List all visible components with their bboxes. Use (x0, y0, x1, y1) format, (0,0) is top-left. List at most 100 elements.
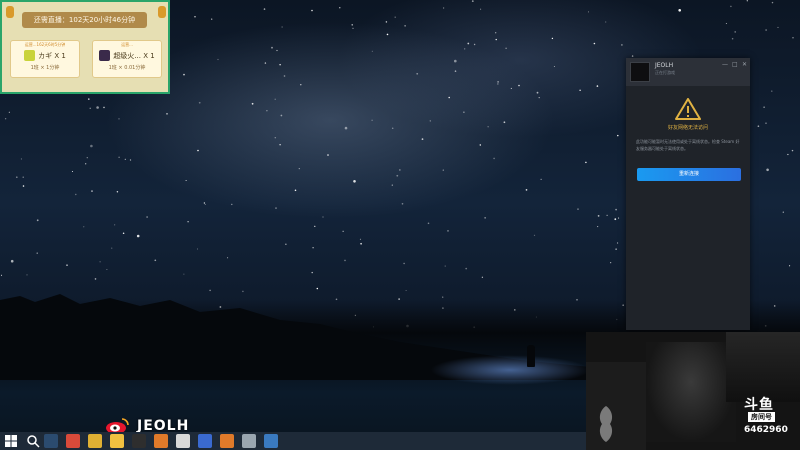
star (551, 37, 554, 40)
close-icon[interactable]: ✕ (742, 61, 747, 68)
star (606, 214, 608, 216)
chat-user-status: 正在打游戏 (655, 70, 675, 75)
star (91, 190, 93, 192)
star (217, 58, 219, 61)
gift-card[interactable]: 运营... 超级火... X 1 1班 × 0.01分钟 (92, 40, 162, 78)
app-icon[interactable] (220, 434, 234, 448)
star (124, 158, 126, 160)
star (146, 216, 148, 218)
obs-icon[interactable] (132, 434, 146, 448)
star (618, 217, 620, 219)
star (26, 274, 28, 276)
star (391, 127, 394, 129)
star (510, 87, 512, 89)
star (187, 220, 189, 223)
star (617, 242, 619, 244)
star (538, 96, 540, 99)
gift-header: 运营...162天6时5分钟 (24, 42, 66, 47)
avatar[interactable] (630, 62, 650, 82)
chat-titlebar[interactable]: JEOLH 正在打游戏 — □ ✕ (626, 58, 750, 86)
star (385, 21, 388, 23)
star (10, 259, 14, 263)
star (280, 114, 283, 117)
star (579, 89, 581, 91)
star (36, 219, 39, 222)
star (505, 47, 507, 50)
star (481, 276, 484, 278)
star (106, 269, 108, 270)
star (725, 22, 727, 25)
app-icon[interactable] (176, 434, 190, 448)
star (593, 42, 596, 45)
star (615, 208, 617, 211)
star (757, 125, 760, 128)
star (111, 247, 113, 249)
star (4, 118, 7, 120)
star (20, 158, 22, 160)
star (792, 37, 794, 39)
star (771, 1, 774, 4)
star (587, 11, 590, 13)
star (467, 42, 470, 45)
search-icon[interactable] (26, 434, 40, 448)
star (464, 48, 466, 50)
app-icon[interactable] (110, 434, 124, 448)
star (765, 122, 767, 124)
taskbar (0, 432, 586, 450)
star (540, 178, 542, 180)
star (311, 271, 313, 274)
steam-icon[interactable] (44, 434, 58, 448)
star (610, 262, 612, 264)
gift-card[interactable]: 运营...162天6时5分钟 カギ X 1 1班 × 1分钟 (10, 40, 80, 78)
star (597, 215, 600, 217)
star (518, 84, 520, 87)
app-icon[interactable] (242, 434, 256, 448)
gift-name: 超级火... X 1 (113, 51, 155, 60)
star (194, 16, 196, 18)
app-icon[interactable] (154, 434, 168, 448)
star (204, 203, 206, 205)
star (197, 149, 199, 152)
star (766, 168, 769, 172)
chat-window: JEOLH 正在打游戏 — □ ✕ 好友网络无法访问 此功能可能暂时无法使用或处… (626, 58, 750, 330)
star (605, 21, 607, 23)
app-icon[interactable] (264, 434, 278, 448)
star (789, 265, 791, 267)
lantern-icon (6, 6, 14, 18)
star (442, 169, 444, 171)
reconnect-button[interactable]: 重新连接 (637, 168, 741, 181)
star (353, 180, 356, 183)
gift-header: 运营... (121, 42, 133, 47)
horizon-glow (430, 355, 590, 385)
star (730, 5, 732, 8)
windows-start-icon[interactable] (4, 434, 18, 448)
star (734, 31, 737, 33)
star (0, 274, 3, 276)
star (487, 126, 489, 128)
star (401, 202, 404, 205)
star (386, 33, 389, 36)
star (285, 243, 287, 245)
star (198, 101, 201, 104)
star (763, 106, 765, 108)
app-icon[interactable] (88, 434, 102, 448)
star (448, 96, 451, 99)
minimize-icon[interactable]: — (722, 61, 728, 68)
app-icon[interactable] (198, 434, 212, 448)
star (36, 252, 38, 254)
maximize-icon[interactable]: □ (732, 61, 738, 68)
star (678, 9, 681, 12)
lantern-icon (158, 6, 166, 18)
star (116, 191, 119, 193)
star (266, 109, 268, 112)
star (90, 144, 93, 148)
chrome-icon[interactable] (66, 434, 80, 448)
star (89, 107, 91, 109)
star (359, 238, 361, 240)
star (399, 169, 401, 171)
star (371, 119, 373, 121)
star (631, 55, 634, 57)
star (421, 138, 424, 140)
star (525, 189, 528, 191)
star (493, 157, 495, 160)
